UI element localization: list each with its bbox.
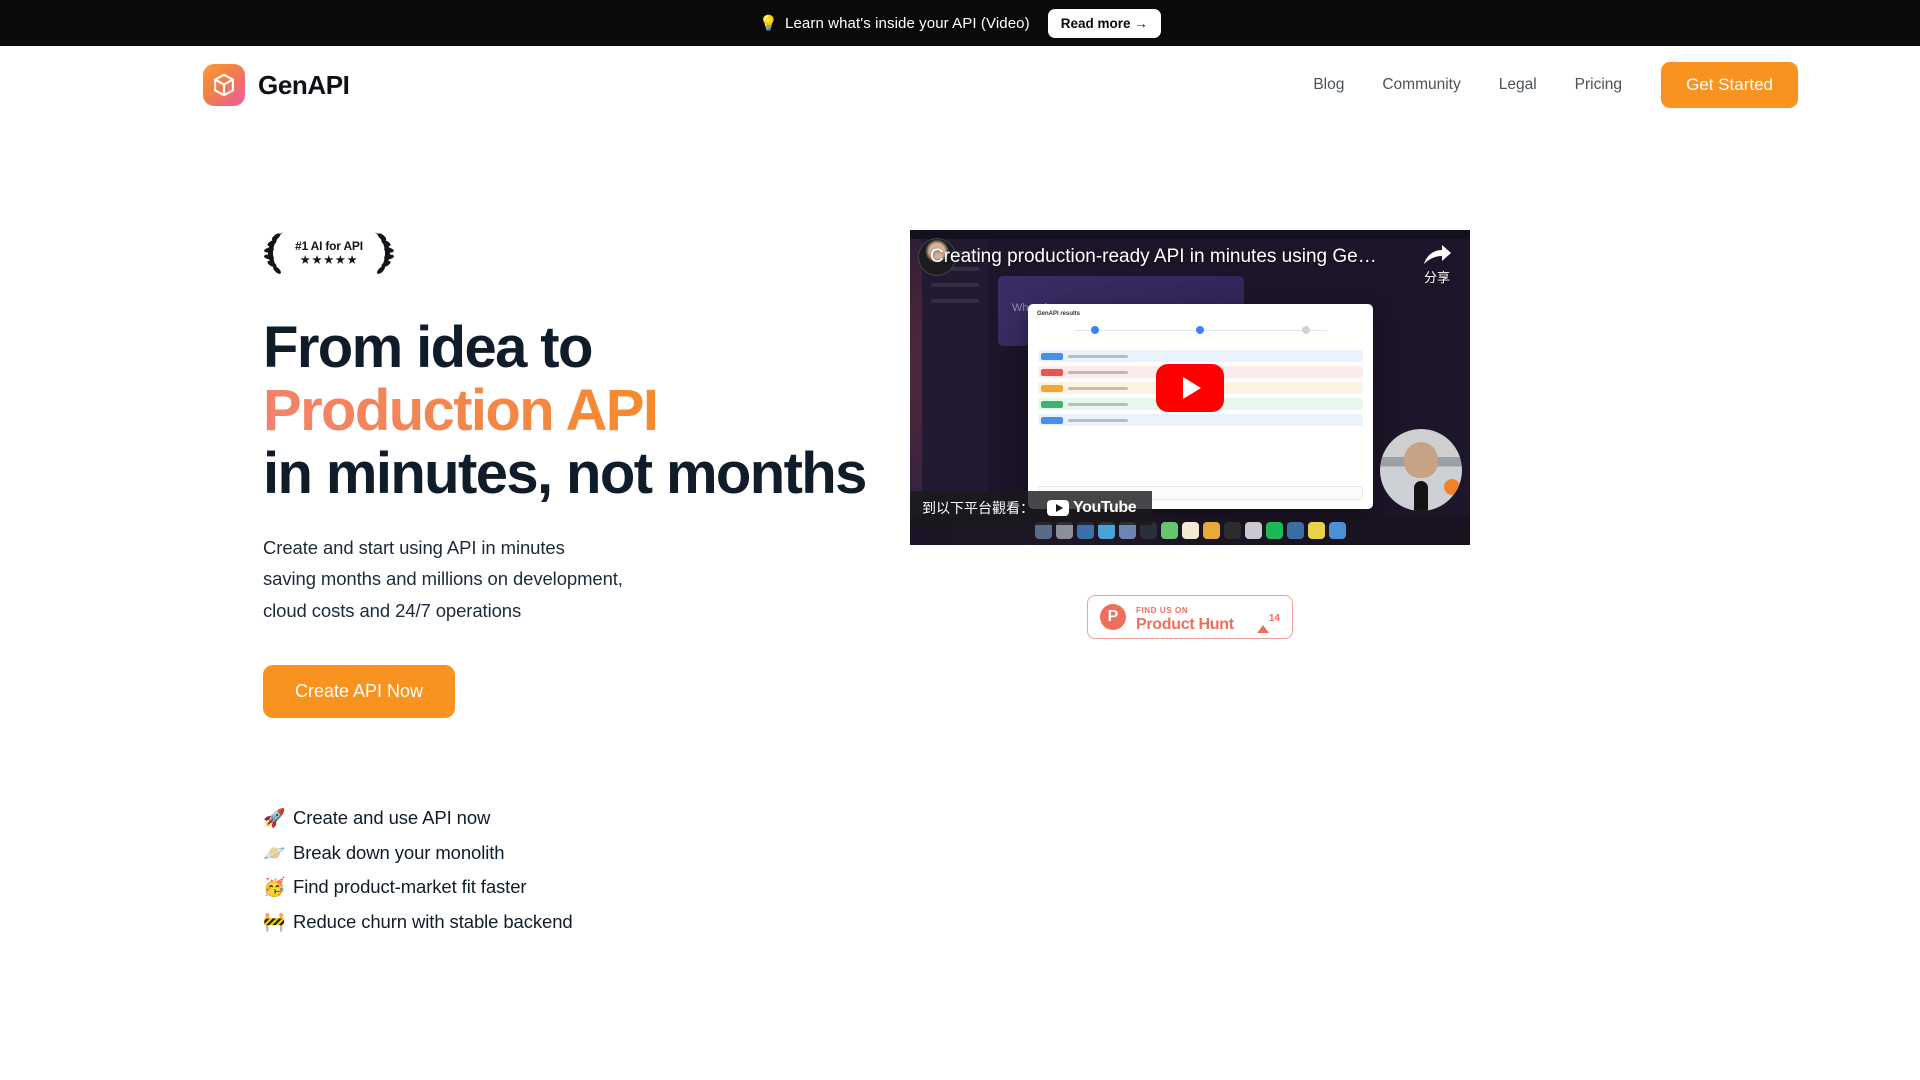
share-arrow-icon [1424, 245, 1451, 264]
subhead-line-3: cloud costs and 24/7 operations [263, 600, 522, 622]
step-dot-api [1196, 326, 1205, 334]
award-badge-title: #1 AI for API [295, 238, 363, 253]
product-hunt-kicker: FIND US ON [1136, 606, 1189, 615]
announcement-message: Learn what's inside your API (Video) [785, 14, 1030, 32]
laurel-left-icon [264, 232, 283, 274]
headline-accent-text: Production API [263, 378, 659, 444]
award-badge: #1 AI for API ★★★★★ [263, 230, 413, 276]
youtube-wordmark: YouTube [1073, 499, 1137, 516]
brand-name: GenAPI [258, 69, 350, 100]
video-title[interactable]: Creating production-ready API in minutes… [930, 246, 1384, 269]
headline-line-3: in minutes, not months [263, 441, 867, 507]
product-hunt-logo-icon: P [1100, 604, 1126, 630]
step-dot-deploy [1302, 326, 1311, 334]
step-dot-schema [1090, 326, 1099, 334]
upvote-caret-icon [1256, 608, 1269, 633]
youtube-video-embed[interactable]: What do you… GenAPI results [910, 230, 1470, 545]
product-hunt-text: FIND US ON Product Hunt [1136, 601, 1247, 633]
subhead-line-1: Create and start using API in minutes [263, 536, 565, 558]
page-title: From idea to Production API in minutes, … [263, 316, 870, 506]
upvote-count: 14 [1268, 613, 1280, 624]
benefit-label: Create and use API now [293, 807, 491, 829]
headline-line-1: From idea to [263, 315, 593, 380]
benefit-label: Break down your monolith [293, 841, 505, 863]
announcement-bar: 💡 Learn what's inside your API (Video) R… [0, 0, 1920, 46]
construction-icon: 🚧 [263, 911, 286, 932]
read-more-button[interactable]: Read more → [1047, 8, 1161, 38]
product-hunt-name: Product Hunt [1136, 616, 1234, 633]
table-row [1038, 414, 1363, 426]
video-thumb-modal-title: GenAPI results [1037, 311, 1081, 317]
main-navigation: Blog Community Legal Pricing Get Started [1294, 62, 1798, 108]
list-item: 🚧 Reduce churn with stable backend [263, 905, 870, 940]
brand-logo-link[interactable]: GenAPI [203, 64, 350, 106]
video-webcam-overlay [1380, 429, 1462, 511]
product-hunt-upvotes[interactable]: 14 [1256, 608, 1280, 633]
video-thumb-stepper [1042, 326, 1359, 334]
list-item: 🪐 Break down your monolith [263, 836, 870, 871]
watch-on-youtube-bar[interactable]: 到以下平台觀看： YouTube [910, 491, 1153, 525]
benefit-label: Find product-market fit faster [293, 876, 527, 898]
create-api-now-button[interactable]: Create API Now [263, 665, 456, 719]
youtube-play-icon[interactable] [1156, 363, 1224, 412]
list-item: 🚀 Create and use API now [263, 801, 870, 836]
hero-media: What do you… GenAPI results [870, 230, 1510, 639]
get-started-button[interactable]: Get Started [1661, 62, 1798, 108]
hero-subheading: Create and start using API in minutes sa… [263, 532, 870, 627]
subhead-line-2: saving months and millions on developmen… [263, 568, 623, 590]
lightbulb-icon: 💡 [759, 14, 779, 32]
video-webcam-badge-icon [1444, 479, 1460, 495]
nav-item-community[interactable]: Community [1363, 68, 1479, 102]
watch-on-label: 到以下平台觀看： [922, 500, 1034, 516]
youtube-logo: YouTube [1047, 499, 1137, 517]
announcement-text-group: 💡 Learn what's inside your API (Video) [759, 15, 1029, 32]
video-thumb-sidebar [922, 239, 988, 515]
product-hunt-badge[interactable]: P FIND US ON Product Hunt 14 [1087, 595, 1293, 639]
benefit-label: Reduce churn with stable backend [293, 910, 573, 932]
nav-item-pricing[interactable]: Pricing [1556, 68, 1641, 102]
hero-content: #1 AI for API ★★★★★ From idea to Product… [0, 230, 870, 939]
list-item: 🥳 Find product-market fit faster [263, 870, 870, 905]
nav-item-blog[interactable]: Blog [1294, 68, 1363, 102]
youtube-badge-icon [1047, 500, 1069, 516]
table-row [1038, 350, 1363, 362]
video-share-label: 分享 [1423, 270, 1450, 285]
rocket-icon: 🚀 [263, 808, 286, 829]
benefits-list: 🚀 Create and use API now 🪐 Break down yo… [263, 801, 870, 939]
award-badge-text: #1 AI for API ★★★★★ [293, 239, 365, 268]
ringed-planet-icon: 🪐 [263, 842, 286, 863]
video-share-control[interactable]: 分享 [1422, 244, 1452, 288]
award-badge-stars: ★★★★★ [299, 252, 359, 267]
nav-item-legal[interactable]: Legal [1480, 68, 1556, 102]
site-header: GenAPI Blog Community Legal Pricing Get … [0, 46, 1920, 124]
hero-section: #1 AI for API ★★★★★ From idea to Product… [0, 124, 1920, 939]
video-thumb-os-menubar [910, 230, 1470, 239]
partying-face-icon: 🥳 [263, 877, 286, 898]
cube-logo-icon [203, 64, 245, 106]
laurel-right-icon [374, 232, 394, 274]
